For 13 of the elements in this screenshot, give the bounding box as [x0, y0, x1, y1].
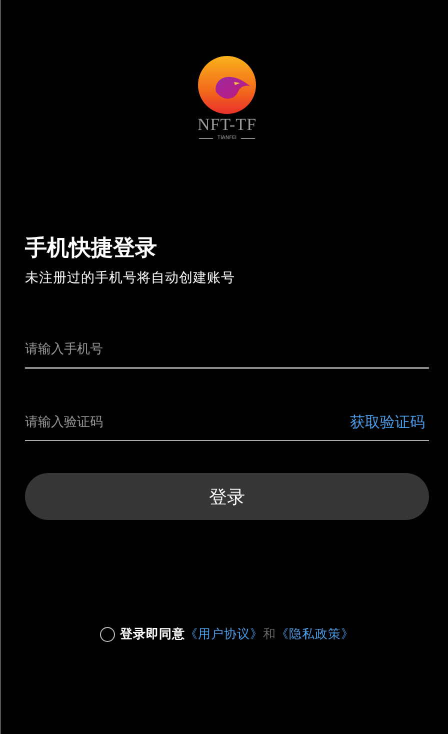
agree-checkbox[interactable]: [100, 627, 115, 642]
phone-field[interactable]: 请输入手机号: [25, 342, 429, 356]
get-code-button[interactable]: 获取验证码: [350, 412, 429, 432]
logo-icon: [198, 56, 256, 114]
agree-text: 登录即同意: [120, 626, 185, 643]
privacy-policy-link[interactable]: 《隐私政策》: [276, 626, 354, 643]
login-button[interactable]: 登录: [25, 473, 429, 520]
page-title: 手机快捷登录: [25, 235, 158, 263]
joiner-text: 和: [263, 626, 276, 643]
page-subtitle: 未注册过的手机号将自动创建账号: [25, 269, 236, 287]
logo-name: NFT-TF: [197, 116, 257, 134]
code-field[interactable]: 请输入验证码: [25, 414, 350, 430]
user-agreement-link[interactable]: 《用户协议》: [185, 626, 263, 643]
